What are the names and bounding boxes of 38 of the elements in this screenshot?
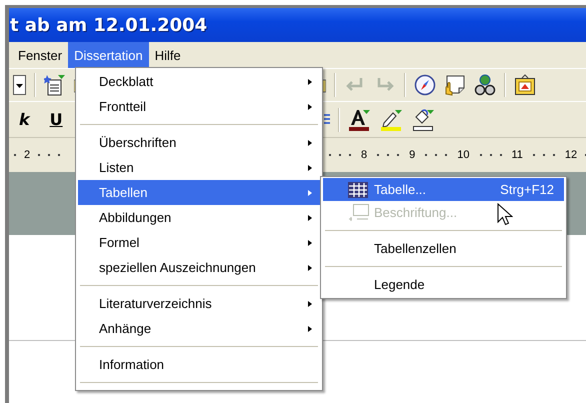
ruler-number: 2	[23, 149, 32, 161]
mouse-pointer-icon	[498, 203, 513, 226]
menu-bar-item[interactable]: Fenster	[12, 42, 68, 68]
menu-item[interactable]: Tabelle... Strg+F12	[323, 178, 564, 201]
menu-item[interactable]: speziellen Auszeichnungen	[78, 255, 320, 280]
menu-item[interactable]: Tabellenzellen	[323, 237, 564, 260]
picture-frame-icon[interactable]	[515, 74, 535, 95]
italic-button[interactable]: k	[13, 110, 36, 129]
ruler-number: 11	[510, 149, 524, 161]
window-title: t ab am 12.01.2004	[10, 14, 208, 36]
menu-bar-item[interactable]: Dissertation	[68, 42, 149, 68]
paint-bucket-icon[interactable]	[412, 109, 434, 130]
menu-item[interactable]: Literaturverzeichnis	[78, 291, 320, 316]
align-lines-icon[interactable]	[324, 114, 330, 124]
menu-item[interactable]: Formel	[78, 230, 320, 255]
menu-item[interactable]: Information	[78, 352, 320, 377]
menu-item[interactable]: Listen	[78, 155, 320, 180]
hand-pointer-note-icon[interactable]	[446, 76, 464, 96]
compass-icon[interactable]	[414, 74, 436, 96]
ruler-ticks	[14, 154, 16, 156]
ruler-number: 12	[564, 149, 578, 161]
table-grid-icon	[348, 182, 368, 198]
menu-item[interactable]: Frontteil	[78, 94, 320, 119]
menu-bar-item[interactable]: Hilfe	[148, 42, 187, 68]
underline-button[interactable]: U	[44, 110, 69, 129]
ruler-number: 8	[360, 149, 368, 161]
font-color-icon[interactable]	[348, 110, 370, 130]
document-star-icon[interactable]	[44, 75, 65, 96]
menu-item[interactable]: Abbildungen	[78, 205, 320, 230]
menu-item[interactable]: Überschriften	[78, 130, 320, 155]
ruler-number: 9	[408, 149, 416, 161]
monitor-icon	[348, 204, 369, 221]
ruler-number: 10	[456, 149, 470, 161]
menu-item[interactable]: Tabellen	[78, 180, 320, 205]
menu-item[interactable]: Anhänge	[78, 316, 320, 341]
highlighter-icon[interactable]	[380, 110, 402, 130]
globe-binoculars-icon[interactable]	[474, 74, 496, 96]
menu-item[interactable]: Legende	[323, 273, 564, 296]
